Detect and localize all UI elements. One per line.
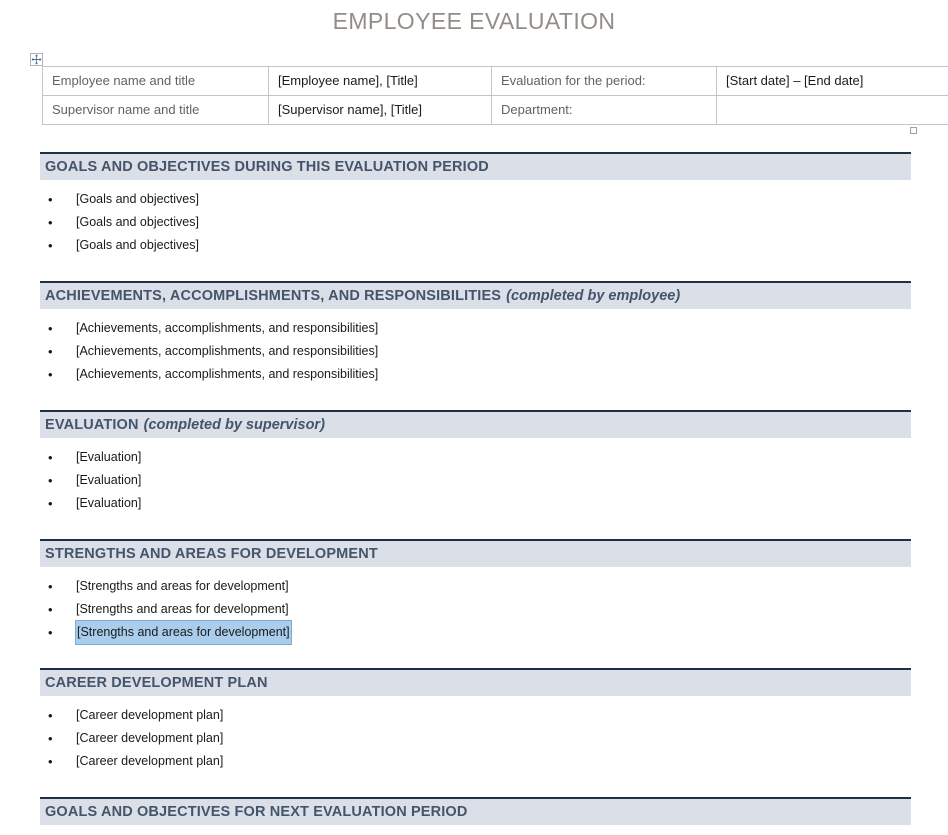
list-item[interactable]: • [Career development plan]: [40, 704, 906, 727]
document-page: EMPLOYEE EVALUATION Employee name and ti…: [0, 0, 948, 835]
bullet-dot-icon: •: [48, 321, 53, 336]
supervisor-name-label[interactable]: Supervisor name and title: [42, 95, 269, 125]
list-item[interactable]: • [Strengths and areas for development]: [40, 575, 906, 598]
section-heading-text: GOALS AND OBJECTIVES DURING THIS EVALUAT…: [45, 159, 489, 175]
list-item[interactable]: • [Strengths and areas for development]: [40, 598, 906, 621]
list-item[interactable]: • [Achievements, accomplishments, and res…: [40, 340, 906, 363]
section-heading-text: STRENGTHS AND AREAS FOR DEVELOPMENT: [45, 546, 378, 562]
department-value[interactable]: [716, 95, 948, 125]
bullet-dot-icon: •: [48, 473, 53, 488]
section-heading: EVALUATION (completed by supervisor): [40, 410, 911, 438]
bullet-dot-icon: •: [48, 450, 53, 465]
list-item[interactable]: • [Goals and objectives]: [40, 211, 906, 234]
employee-info-table: Employee name and title [Employee name],…: [42, 66, 948, 125]
bullet-dot-icon: •: [48, 215, 53, 230]
list-item-text[interactable]: [Career development plan]: [76, 750, 223, 773]
table-move-handle[interactable]: [30, 53, 43, 66]
list-item[interactable]: • [Evaluation]: [40, 469, 906, 492]
list-item[interactable]: • [Strengths and areas for development]: [40, 621, 906, 644]
bullet-dot-icon: •: [48, 579, 53, 594]
section-heading: GOALS AND OBJECTIVES DURING THIS EVALUAT…: [40, 152, 911, 180]
section-heading: ACHIEVEMENTS, ACCOMPLISHMENTS, AND RESPO…: [40, 281, 911, 309]
list-item[interactable]: • [Goals and objectives]: [40, 234, 906, 257]
evaluation-period-label[interactable]: Evaluation for the period:: [491, 66, 717, 96]
section-heading-text: ACHIEVEMENTS, ACCOMPLISHMENTS, AND RESPO…: [45, 288, 502, 304]
department-label[interactable]: Department:: [491, 95, 717, 125]
section-bullet-list: • [Goals and objectives] • [Goals and objec…: [40, 188, 906, 257]
employee-name-value[interactable]: [Employee name], [Title]: [268, 66, 492, 96]
section-bullet-list: • [Strengths and areas for development] • […: [40, 575, 906, 644]
section-heading-text: GOALS AND OBJECTIVES FOR NEXT EVALUATION…: [45, 804, 468, 820]
table-row: Employee name and title [Employee name],…: [42, 66, 948, 96]
section-heading-text: EVALUATION: [45, 417, 139, 433]
list-item-text[interactable]: [Achievements, accomplishments, and resp…: [76, 317, 378, 340]
page-title: EMPLOYEE EVALUATION: [332, 8, 616, 34]
list-item-text[interactable]: [Evaluation]: [76, 492, 141, 515]
section-heading: CAREER DEVELOPMENT PLAN: [40, 668, 911, 696]
list-item-text[interactable]: [Goals and objectives]: [76, 188, 199, 211]
table-resize-handle[interactable]: [910, 127, 917, 134]
list-item[interactable]: • [Goals and objectives]: [40, 188, 906, 211]
bullet-dot-icon: •: [48, 602, 53, 617]
list-item-text[interactable]: [Strengths and areas for development]: [76, 598, 289, 621]
employee-info-table-wrapper: Employee name and title [Employee name],…: [30, 53, 948, 134]
list-item-text[interactable]: [Career development plan]: [76, 704, 223, 727]
list-item-text[interactable]: [Achievements, accomplishments, and resp…: [76, 363, 378, 386]
list-item[interactable]: • [Evaluation]: [40, 492, 906, 515]
bullet-dot-icon: •: [48, 754, 53, 769]
section-heading-note: (completed by supervisor): [143, 417, 325, 433]
section-heading: GOALS AND OBJECTIVES FOR NEXT EVALUATION…: [40, 797, 911, 825]
section-heading: STRENGTHS AND AREAS FOR DEVELOPMENT: [40, 539, 911, 567]
list-item-text[interactable]: [Career development plan]: [76, 727, 223, 750]
bullet-dot-icon: •: [48, 344, 53, 359]
bullet-dot-icon: •: [48, 708, 53, 723]
supervisor-name-value[interactable]: [Supervisor name], [Title]: [268, 95, 492, 125]
list-item-text[interactable]: [Evaluation]: [76, 469, 141, 492]
list-item[interactable]: • [Career development plan]: [40, 727, 906, 750]
section-heading-note: (completed by employee): [506, 288, 681, 304]
list-item[interactable]: • [Evaluation]: [40, 446, 906, 469]
table-row: Supervisor name and title [Supervisor na…: [42, 95, 948, 125]
section-bullet-list: • [Career development plan] • [Career devel…: [40, 704, 906, 773]
section-bullet-list: • [Evaluation] • [Evaluation] • [Evaluation]: [40, 446, 906, 515]
section-heading-text: CAREER DEVELOPMENT PLAN: [45, 675, 268, 691]
list-item-text[interactable]: [Evaluation]: [76, 446, 141, 469]
bullet-dot-icon: •: [48, 238, 53, 253]
bullet-dot-icon: •: [48, 192, 53, 207]
employee-name-label[interactable]: Employee name and title: [42, 66, 269, 96]
list-item[interactable]: • [Achievements, accomplishments, and res…: [40, 363, 906, 386]
bullet-dot-icon: •: [48, 496, 53, 511]
list-item-text[interactable]: [Strengths and areas for development]: [76, 621, 291, 644]
bullet-dot-icon: •: [48, 367, 53, 382]
list-item-text[interactable]: [Strengths and areas for development]: [76, 575, 289, 598]
bullet-dot-icon: •: [48, 731, 53, 746]
bullet-dot-icon: •: [48, 625, 53, 640]
list-item[interactable]: • [Career development plan]: [40, 750, 906, 773]
list-item[interactable]: • [Achievements, accomplishments, and res…: [40, 317, 906, 340]
section-bullet-list: • [Achievements, accomplishments, and res…: [40, 317, 906, 386]
list-item-text[interactable]: [Goals and objectives]: [76, 211, 199, 234]
list-item-text[interactable]: [Achievements, accomplishments, and resp…: [76, 340, 378, 363]
list-item-text[interactable]: [Goals and objectives]: [76, 234, 199, 257]
evaluation-period-value[interactable]: [Start date] – [End date]: [716, 66, 948, 96]
